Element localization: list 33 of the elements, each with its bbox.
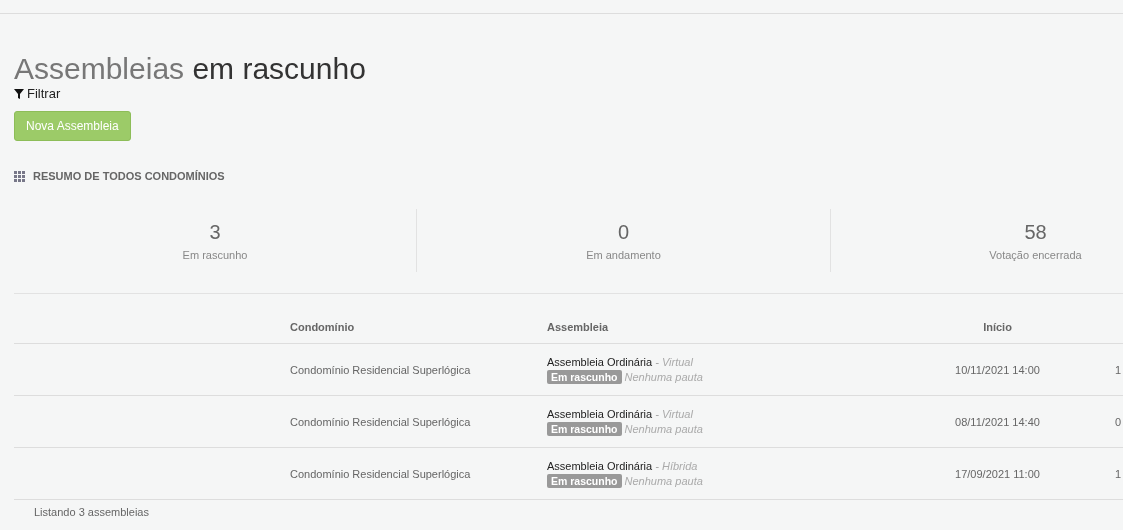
summary-heading: RESUMO DE TODOS CONDOMÍNIOS	[33, 170, 225, 182]
assembly-title: Assembleia Ordinária - Virtual	[547, 407, 693, 420]
filter-link[interactable]: Filtrar	[14, 86, 1123, 101]
page-title: Assembleias em rascunho	[14, 52, 367, 86]
listing-count: Listando 3 assembleias	[34, 506, 149, 518]
stat-value: 0	[617, 221, 630, 244]
table-cell: 0	[1115, 415, 1122, 428]
table-cell: Condomínio Residencial Superlógica	[290, 415, 471, 428]
column-header: Assembleia	[547, 321, 609, 333]
column-header: Início	[983, 321, 1012, 333]
stat-label: Votação encerrada	[989, 249, 1082, 261]
table-cell: 17/09/2021 11:00	[955, 467, 1040, 480]
status-badge: Em rascunho	[547, 421, 622, 436]
table-cell: 08/11/2021 14:40	[955, 415, 1040, 428]
table-cell: 1	[1115, 363, 1122, 376]
filter-icon	[14, 88, 24, 99]
agenda-note: Nenhuma pauta	[624, 370, 703, 383]
table-cell: Condomínio Residencial Superlógica	[290, 363, 471, 376]
status-badge: Em rascunho	[547, 369, 622, 384]
grid-icon	[14, 170, 25, 182]
agenda-note: Nenhuma pauta	[624, 474, 703, 487]
table-cell: 1	[1115, 467, 1122, 480]
stat-value: 58	[1024, 221, 1047, 244]
stat-value: 3	[209, 221, 221, 244]
table-cell: 10/11/2021 14:00	[955, 363, 1040, 376]
agenda-note: Nenhuma pauta	[624, 422, 703, 435]
stat-label: Em andamento	[586, 249, 661, 261]
assembly-title: Assembleia Ordinária - Híbrida	[547, 459, 698, 472]
assembly-title: Assembleia Ordinária - Virtual	[547, 355, 693, 368]
column-header: Condomínio	[290, 321, 355, 333]
table-cell: Condomínio Residencial Superlógica	[290, 467, 471, 480]
stat-label: Em rascunho	[182, 249, 248, 261]
status-badge: Em rascunho	[547, 473, 622, 488]
